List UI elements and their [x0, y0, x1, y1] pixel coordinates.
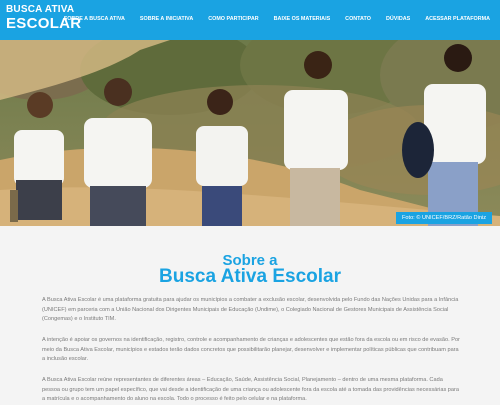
hero-illustration: [0, 40, 500, 226]
logo-line1: BUSCA ATIVA: [6, 4, 75, 15]
main-nav: SOBRE A BUSCA ATIVA SOBRE A INICIATIVA C…: [49, 16, 490, 22]
nav-como-participar[interactable]: COMO PARTICIPAR: [208, 16, 258, 22]
hero-photo: [0, 40, 500, 226]
site-header: BUSCA ATIVA ESCOLAR SOBRE A BUSCA ATIVA …: [0, 0, 500, 40]
paragraph: A Busca Ativa Escolar é uma plataforma g…: [42, 297, 459, 323]
paragraph: A Busca Ativa Escolar reúne representant…: [42, 377, 459, 403]
nav-baixe-materiais[interactable]: BAIXE OS MATERIAIS: [274, 16, 331, 22]
nav-sobre-busca-ativa[interactable]: SOBRE A BUSCA ATIVA: [64, 16, 125, 22]
nav-acessar-plataforma[interactable]: ACESSAR PLATAFORMA: [425, 16, 490, 22]
about-section: Sobre a Busca Ativa Escolar A Busca Ativ…: [0, 226, 500, 402]
nav-duvidas[interactable]: DÚVIDAS: [386, 16, 410, 22]
nav-contato[interactable]: CONTATO: [345, 16, 371, 22]
nav-sobre-iniciativa[interactable]: SOBRE A INICIATIVA: [140, 16, 193, 22]
photo-credit: Foto: © UNICEF/BRZ/Ratão Diniz: [395, 212, 492, 224]
section-title: Busca Ativa Escolar: [159, 266, 341, 287]
paragraph: A intenção é apoiar os governos na ident…: [42, 337, 460, 363]
